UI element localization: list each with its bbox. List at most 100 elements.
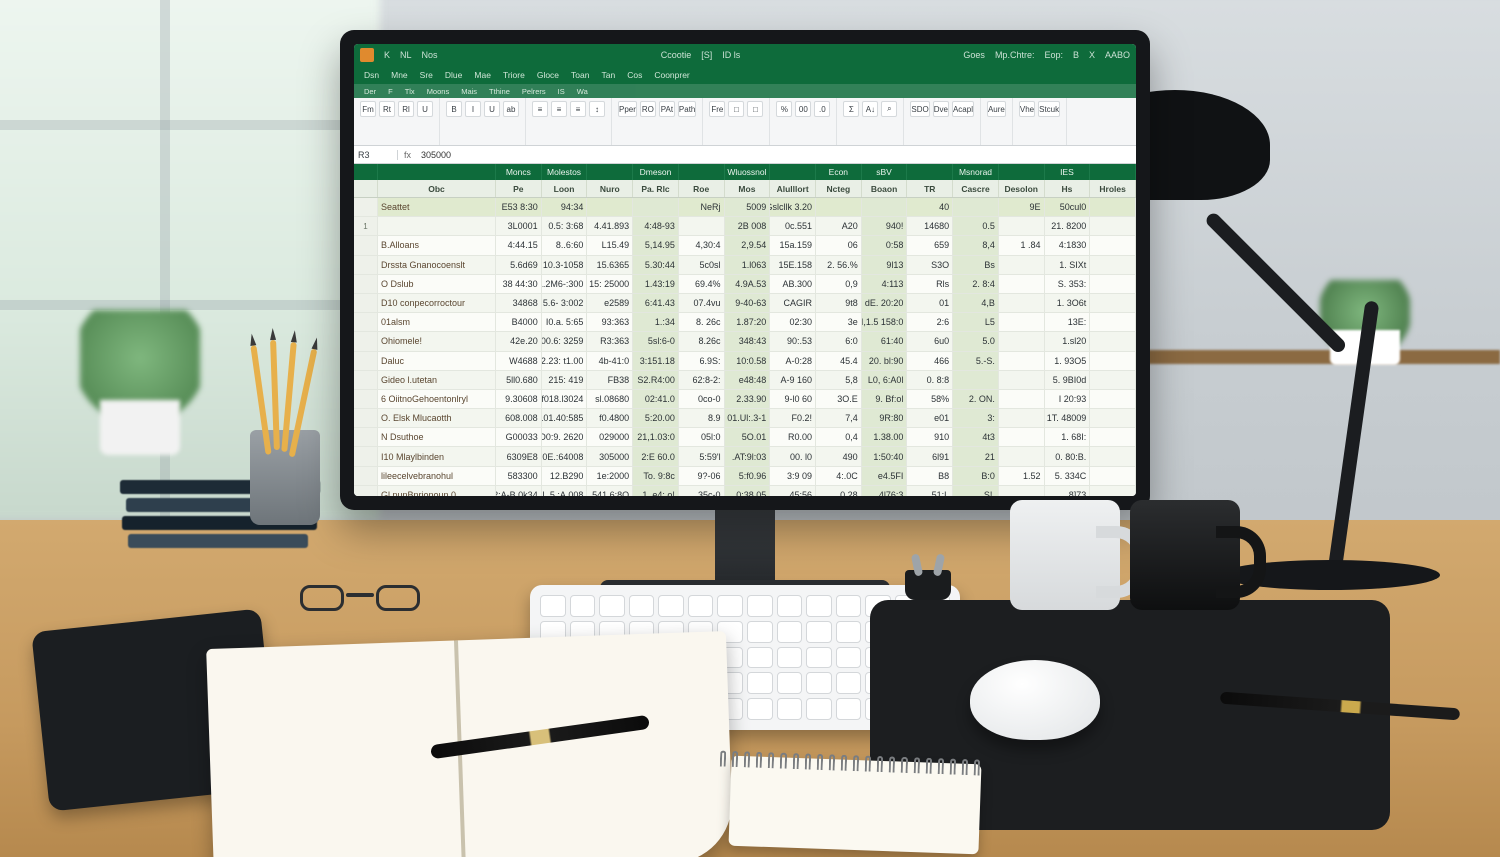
ribbon-button[interactable]: U	[484, 101, 500, 117]
cell[interactable]: 5,14.95	[633, 236, 679, 255]
cell[interactable]: .AT:9l:03	[725, 447, 771, 466]
column-group-header[interactable]	[378, 164, 496, 180]
ribbon-button[interactable]: Dve	[933, 101, 949, 117]
cell[interactable]: 4:1830	[1045, 236, 1091, 255]
table-row[interactable]: Gideo l.utetan5ll0.680215: 419FB38S2.R4:…	[354, 371, 1136, 390]
cell[interactable]: 5. 334C	[1045, 467, 1091, 486]
row-label-cell[interactable]: Gideo l.utetan	[378, 371, 496, 390]
row-label-cell[interactable]: Gl punBnrionoun 0	[378, 486, 496, 496]
cell[interactable]: 5:f0.96	[725, 467, 771, 486]
column-header[interactable]: Roe	[679, 180, 725, 197]
cell[interactable]: 69.4%	[679, 275, 725, 294]
submenu-item[interactable]: Mais	[461, 87, 477, 96]
cell[interactable]: 58%	[907, 390, 953, 409]
cell[interactable]: 50cul0	[1045, 198, 1091, 217]
cell[interactable]: f018.l3024	[542, 390, 588, 409]
column-header[interactable]: Alulllort	[770, 180, 816, 197]
cell[interactable]: 0. 80:B.	[1045, 447, 1091, 466]
cell[interactable]: 12.B290	[542, 467, 588, 486]
spreadsheet-grid[interactable]: SeattetE53 8:3094:34NeRj5009Gslcllk 3.20…	[354, 198, 1136, 496]
cell[interactable]: 10.3-1058	[542, 256, 588, 275]
cell[interactable]: 2:A-B.0k34	[496, 486, 542, 496]
cell[interactable]: FB38	[587, 371, 633, 390]
cell[interactable]: 1.38.00	[862, 428, 908, 447]
cell[interactable]: 6.9S:	[679, 352, 725, 371]
column-group-header[interactable]: Msnorad	[953, 164, 999, 180]
cell[interactable]: 4,30:4	[679, 236, 725, 255]
row-label-cell[interactable]: D10 conpecorroctour	[378, 294, 496, 313]
cell[interactable]: 1. SIXt	[1045, 256, 1091, 275]
row-number[interactable]	[354, 486, 378, 496]
cell[interactable]: 21,1.03:0	[633, 428, 679, 447]
cell[interactable]: 1.2M6-:300	[542, 275, 588, 294]
cell[interactable]	[999, 486, 1045, 496]
submenu-item[interactable]: Tthine	[489, 87, 510, 96]
ribbon-button[interactable]: I	[465, 101, 481, 117]
row-number[interactable]	[354, 428, 378, 447]
cell[interactable]: sl.08680	[587, 390, 633, 409]
cell[interactable]: L15.49	[587, 236, 633, 255]
table-row[interactable]: B.Alloans4:44.158..6:60L15.495,14.954,30…	[354, 236, 1136, 255]
column-group-header[interactable]	[907, 164, 953, 180]
cell[interactable]: 90:.53	[770, 332, 816, 351]
cell[interactable]: 9. Bf:ol	[862, 390, 908, 409]
column-header[interactable]: Obc	[378, 180, 496, 197]
formula-input[interactable]: 305000	[417, 150, 1136, 160]
cell[interactable]: 608.008	[496, 409, 542, 428]
titlebar-right[interactable]: Eop:	[1044, 50, 1063, 60]
row-number[interactable]	[354, 275, 378, 294]
cell[interactable]: 2B 008	[725, 217, 771, 236]
cell[interactable]: 4l76:3	[862, 486, 908, 496]
cell[interactable]: 0. 8:8	[907, 371, 953, 390]
table-row[interactable]: O Dslub38 44:301.2M6-:30015: 250001.43:1…	[354, 275, 1136, 294]
cell[interactable]	[1090, 313, 1136, 332]
ribbon-button[interactable]: Σ	[843, 101, 859, 117]
ribbon-button[interactable]: Stcuk	[1038, 101, 1060, 117]
menu-item[interactable]: Tan	[601, 70, 615, 80]
cell[interactable]	[999, 390, 1045, 409]
table-row[interactable]: 13L00010.5: 3:684.41.8934:48-932B 0080c.…	[354, 217, 1136, 236]
ribbon-button[interactable]: .0	[814, 101, 830, 117]
submenu-item[interactable]: IS	[558, 87, 565, 96]
column-header[interactable]: Loon	[542, 180, 588, 197]
cell[interactable]: 5009	[725, 198, 771, 217]
row-label-cell[interactable]: O Dslub	[378, 275, 496, 294]
cell[interactable]	[1090, 390, 1136, 409]
ribbon-button[interactable]: Path	[678, 101, 696, 117]
ribbon-button[interactable]: □	[747, 101, 763, 117]
cell[interactable]: Bs	[953, 256, 999, 275]
cell[interactable]: 5,8	[816, 371, 862, 390]
cell[interactable]	[999, 256, 1045, 275]
column-group-header[interactable]: Wluossnol	[725, 164, 771, 180]
cell[interactable]: S. 353:	[1045, 275, 1091, 294]
cell[interactable]: f0.4800	[587, 409, 633, 428]
cell[interactable]: E53 8:30	[496, 198, 542, 217]
ribbon-button[interactable]: PAt	[659, 101, 675, 117]
cell[interactable]: A20	[816, 217, 862, 236]
submenu-item[interactable]: Moons	[427, 87, 450, 96]
cell[interactable]: 8.9	[679, 409, 725, 428]
cell[interactable]: 3:	[953, 409, 999, 428]
cell[interactable]	[999, 313, 1045, 332]
column-group-header[interactable]: Econ	[816, 164, 862, 180]
cell[interactable]: 5. 9BI0d	[1045, 371, 1091, 390]
column-group-header[interactable]: Dmeson	[633, 164, 679, 180]
ribbon-button[interactable]: ≡	[532, 101, 548, 117]
cell[interactable]	[1090, 447, 1136, 466]
table-row[interactable]: DalucW46882.23: t1.004b-41:03:151.186.9S…	[354, 352, 1136, 371]
cell[interactable]: 1.87:20	[725, 313, 771, 332]
table-row[interactable]: SeattetE53 8:3094:34NeRj5009Gslcllk 3.20…	[354, 198, 1136, 217]
ribbon-button[interactable]: B	[446, 101, 462, 117]
titlebar-tab[interactable]: Nos	[422, 50, 438, 60]
cell[interactable]: 2. 56.%	[816, 256, 862, 275]
ribbon-button[interactable]: ↕	[589, 101, 605, 117]
cell[interactable]: 3O.E	[816, 390, 862, 409]
cell[interactable]	[999, 275, 1045, 294]
ribbon-button[interactable]: ≡	[551, 101, 567, 117]
row-number[interactable]	[354, 371, 378, 390]
ribbon-button[interactable]: U	[417, 101, 433, 117]
cell[interactable]: 3L0001	[496, 217, 542, 236]
cell[interactable]: 6309E8	[496, 447, 542, 466]
cell[interactable]: S2.R4:00	[633, 371, 679, 390]
cell[interactable]: 1.43:19	[633, 275, 679, 294]
